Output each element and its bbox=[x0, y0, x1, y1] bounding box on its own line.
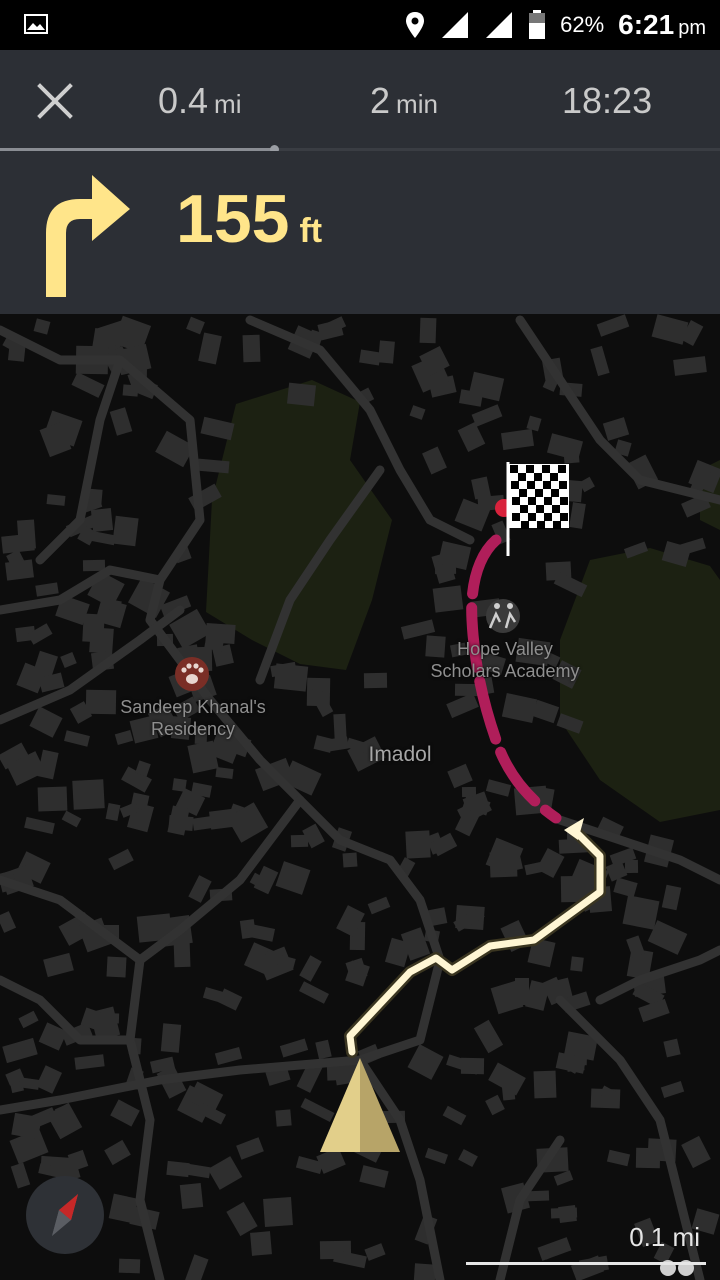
school-label-line2: Scholars Academy bbox=[430, 661, 580, 681]
battery-icon bbox=[529, 10, 546, 39]
battery-percent: 62% bbox=[560, 12, 605, 37]
school-label-line1: Hope Valley bbox=[457, 639, 553, 659]
park-areas bbox=[206, 380, 720, 822]
clock: 6:21 pm bbox=[618, 9, 706, 41]
close-navigation-button[interactable] bbox=[32, 78, 78, 124]
clock-ampm: pm bbox=[678, 17, 706, 39]
navigation-summary-bar: 0.4 mi 2 min 18:23 bbox=[0, 50, 720, 150]
turn-right-icon bbox=[46, 175, 130, 297]
turn-distance-value: 155 bbox=[176, 181, 290, 257]
residence-label-line1: Sandeep Khanal's bbox=[120, 697, 266, 717]
turn-distance: 155 ft bbox=[176, 185, 322, 253]
arrival-time: 18:23 bbox=[562, 80, 653, 121]
map-scale-bar bbox=[466, 1262, 706, 1265]
signal-icon bbox=[442, 12, 469, 38]
destination-flag-icon bbox=[495, 462, 569, 556]
status-bar: 62% 6:21 pm bbox=[0, 0, 720, 50]
turn-instruction-panel: 155 ft bbox=[0, 151, 720, 314]
map-scale-label: 0.1 mi bbox=[629, 1222, 700, 1252]
school-poi-icon[interactable] bbox=[486, 599, 520, 633]
remaining-time-value: 2 bbox=[370, 80, 391, 121]
image-notification-icon bbox=[24, 14, 48, 34]
location-icon bbox=[406, 12, 425, 38]
compass-button[interactable] bbox=[26, 1176, 104, 1254]
remaining-distance: 0.4 mi bbox=[158, 80, 241, 122]
compass-icon bbox=[52, 1194, 78, 1236]
residence-label-line2: Residency bbox=[150, 719, 236, 739]
remaining-distance-value: 0.4 bbox=[158, 80, 209, 121]
school-label: Hope Valley Scholars Academy bbox=[410, 638, 600, 682]
area-label: Imadol bbox=[368, 743, 432, 766]
turn-distance-unit: ft bbox=[299, 212, 323, 250]
remaining-time-unit: min bbox=[396, 89, 438, 119]
signal-icon-2 bbox=[486, 12, 513, 38]
pet-residency-poi-icon[interactable] bbox=[175, 657, 209, 691]
map-view[interactable]: Hope Valley Scholars Academy Sandeep Kha… bbox=[0, 314, 720, 1280]
map-canvas[interactable] bbox=[0, 314, 720, 1280]
residence-label: Sandeep Khanal's Residency bbox=[100, 696, 286, 740]
clock-time: 6:21 bbox=[618, 9, 675, 40]
remaining-time: 2 min bbox=[370, 80, 438, 122]
remaining-distance-unit: mi bbox=[214, 89, 242, 119]
